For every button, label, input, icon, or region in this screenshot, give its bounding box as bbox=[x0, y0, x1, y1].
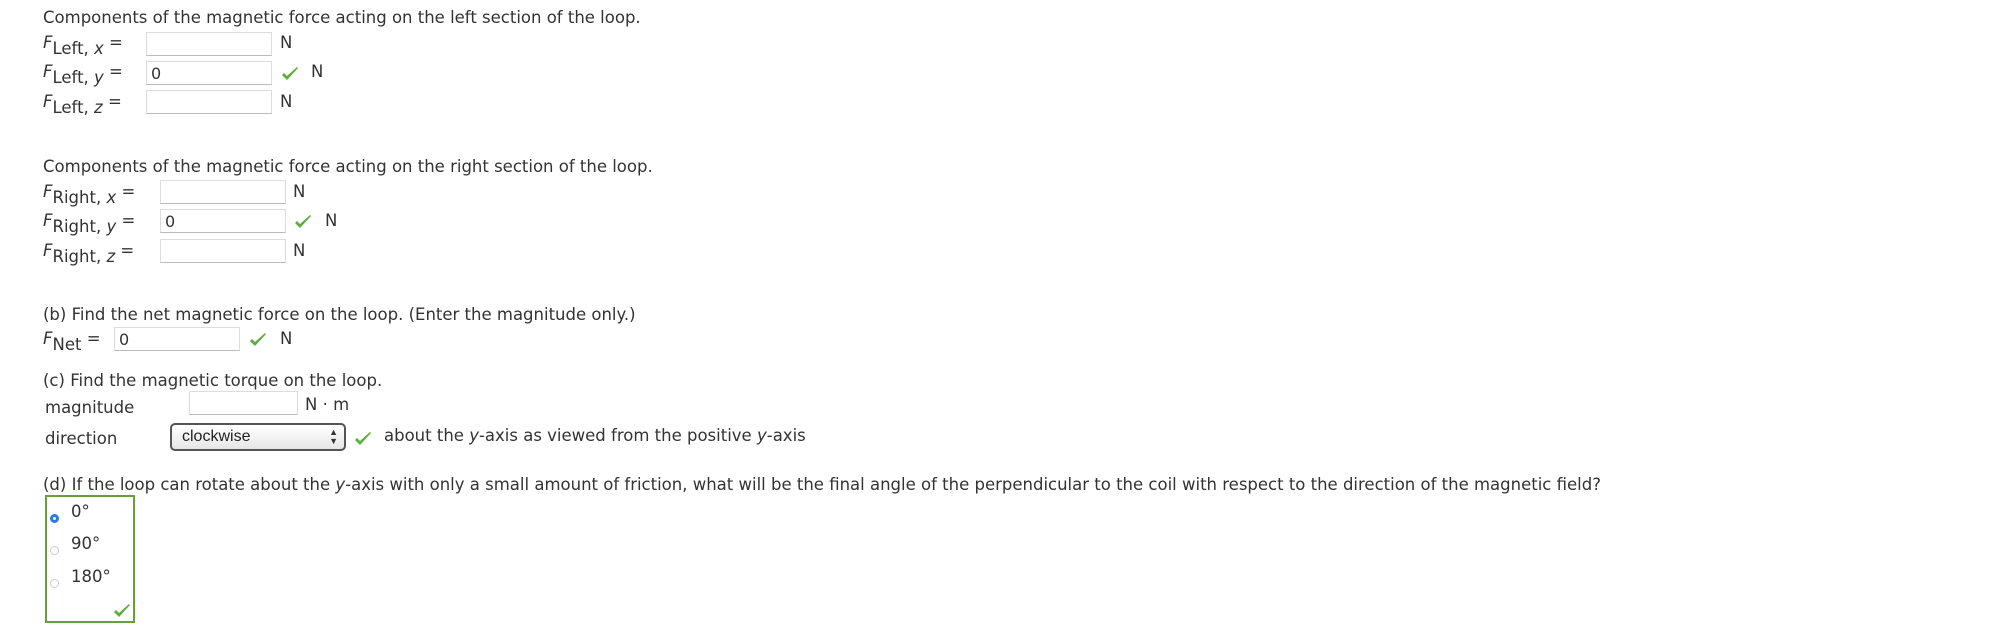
torque-magnitude-input[interactable] bbox=[189, 391, 298, 415]
right-section-heading: Components of the magnetic force acting … bbox=[43, 157, 653, 176]
f-left-z-label: FLeft, z = bbox=[43, 92, 122, 117]
part-c-question: (c) Find the magnetic torque on the loop… bbox=[43, 371, 383, 390]
part-b-question: (b) Find the net magnetic force on the l… bbox=[43, 305, 636, 324]
unit-label: N bbox=[293, 182, 306, 201]
select-arrows-icon: ▲ ▼ bbox=[329, 427, 338, 446]
option-label: 180° bbox=[71, 567, 111, 586]
direction-description: about the y-axis as viewed from the posi… bbox=[384, 426, 806, 445]
f-left-z-input[interactable] bbox=[146, 90, 272, 114]
check-icon bbox=[281, 66, 299, 82]
unit-label: N bbox=[311, 62, 324, 81]
f-left-y-input[interactable] bbox=[146, 61, 272, 85]
option-label: 0° bbox=[71, 502, 90, 521]
part-d-question: (d) If the loop can rotate about the y-a… bbox=[43, 475, 1601, 494]
f-net-label: FNet = bbox=[43, 329, 101, 354]
unit-label: N bbox=[280, 329, 293, 348]
check-icon bbox=[249, 332, 267, 348]
check-icon bbox=[113, 603, 131, 619]
unit-label: N bbox=[325, 211, 338, 230]
unit-label: N bbox=[280, 92, 293, 111]
f-left-x-label: FLeft, x = bbox=[43, 33, 123, 58]
f-left-y-label: FLeft, y = bbox=[43, 62, 123, 87]
radio-180-deg[interactable] bbox=[50, 579, 59, 588]
direction-select[interactable]: clockwise ▲ ▼ bbox=[170, 423, 346, 451]
f-right-y-input[interactable] bbox=[160, 209, 286, 233]
magnitude-label: magnitude bbox=[45, 398, 135, 417]
f-left-x-input[interactable] bbox=[146, 32, 272, 56]
check-icon bbox=[294, 214, 312, 230]
f-right-y-label: FRight, y = bbox=[43, 211, 136, 236]
direction-label: direction bbox=[45, 429, 118, 448]
radio-90-deg[interactable] bbox=[50, 546, 59, 555]
direction-selected-value: clockwise bbox=[182, 428, 251, 445]
f-right-x-input[interactable] bbox=[160, 180, 286, 204]
f-right-x-label: FRight, x = bbox=[43, 182, 136, 207]
f-right-z-input[interactable] bbox=[160, 239, 286, 263]
f-right-z-label: FRight, z = bbox=[43, 241, 135, 266]
unit-label: N · m bbox=[305, 395, 350, 414]
unit-label: N bbox=[280, 33, 293, 52]
check-icon bbox=[354, 431, 372, 447]
left-section-heading: Components of the magnetic force acting … bbox=[43, 8, 641, 27]
option-label: 90° bbox=[71, 534, 101, 553]
radio-0-deg[interactable] bbox=[50, 514, 59, 523]
f-net-input[interactable] bbox=[114, 327, 240, 351]
unit-label: N bbox=[293, 241, 306, 260]
